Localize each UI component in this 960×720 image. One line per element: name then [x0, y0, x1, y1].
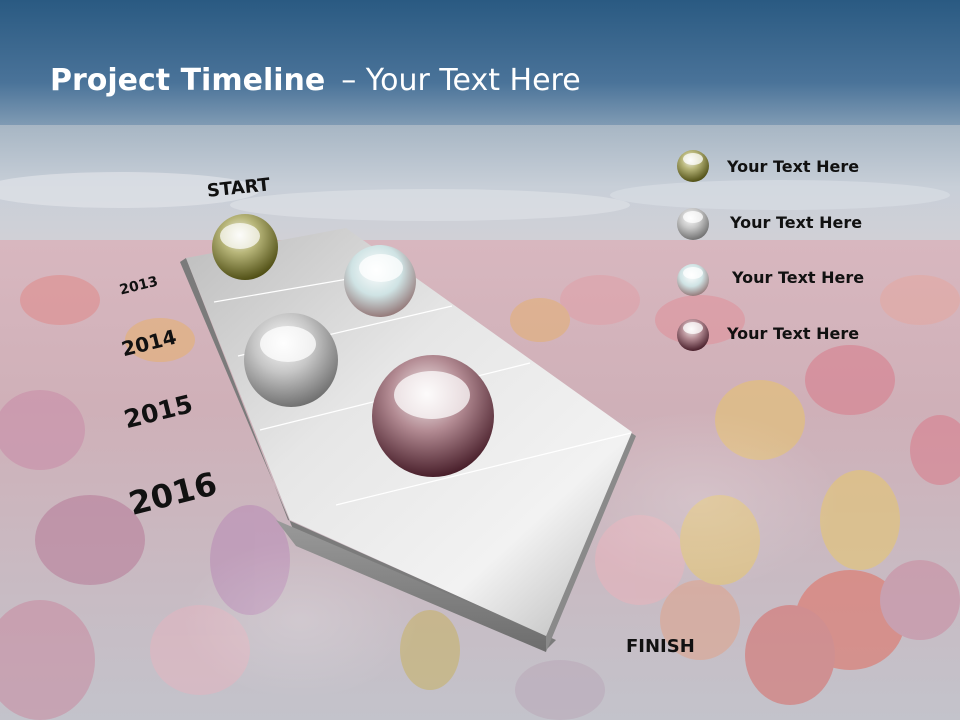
legend-item-4-label: Your Text Here: [727, 324, 860, 343]
legend-item-2-label: Your Text Here: [730, 213, 863, 232]
slide: Project Timeline – Your Text Here START F…: [0, 0, 960, 720]
year-2015-sphere: [372, 355, 494, 477]
legend-sphere-maroon: [677, 319, 709, 351]
title-subtitle: – Your Text Here: [341, 63, 581, 98]
legend-item-3-label: Your Text Here: [732, 268, 865, 287]
legend-sphere-olive: [677, 150, 709, 182]
legend-sphere-gray: [677, 208, 709, 240]
legend-item-1-label: Your Text Here: [727, 157, 860, 176]
legend-sphere-teal: [677, 264, 709, 296]
finish-label: FINISH: [626, 636, 695, 657]
sphere-layer: [212, 150, 709, 477]
slide-title: Project Timeline – Your Text Here: [50, 58, 581, 108]
start-sphere: [212, 214, 278, 280]
year-2013-sphere: [344, 245, 416, 317]
title-main: Project Timeline: [50, 63, 326, 98]
year-2014-sphere: [244, 313, 338, 407]
